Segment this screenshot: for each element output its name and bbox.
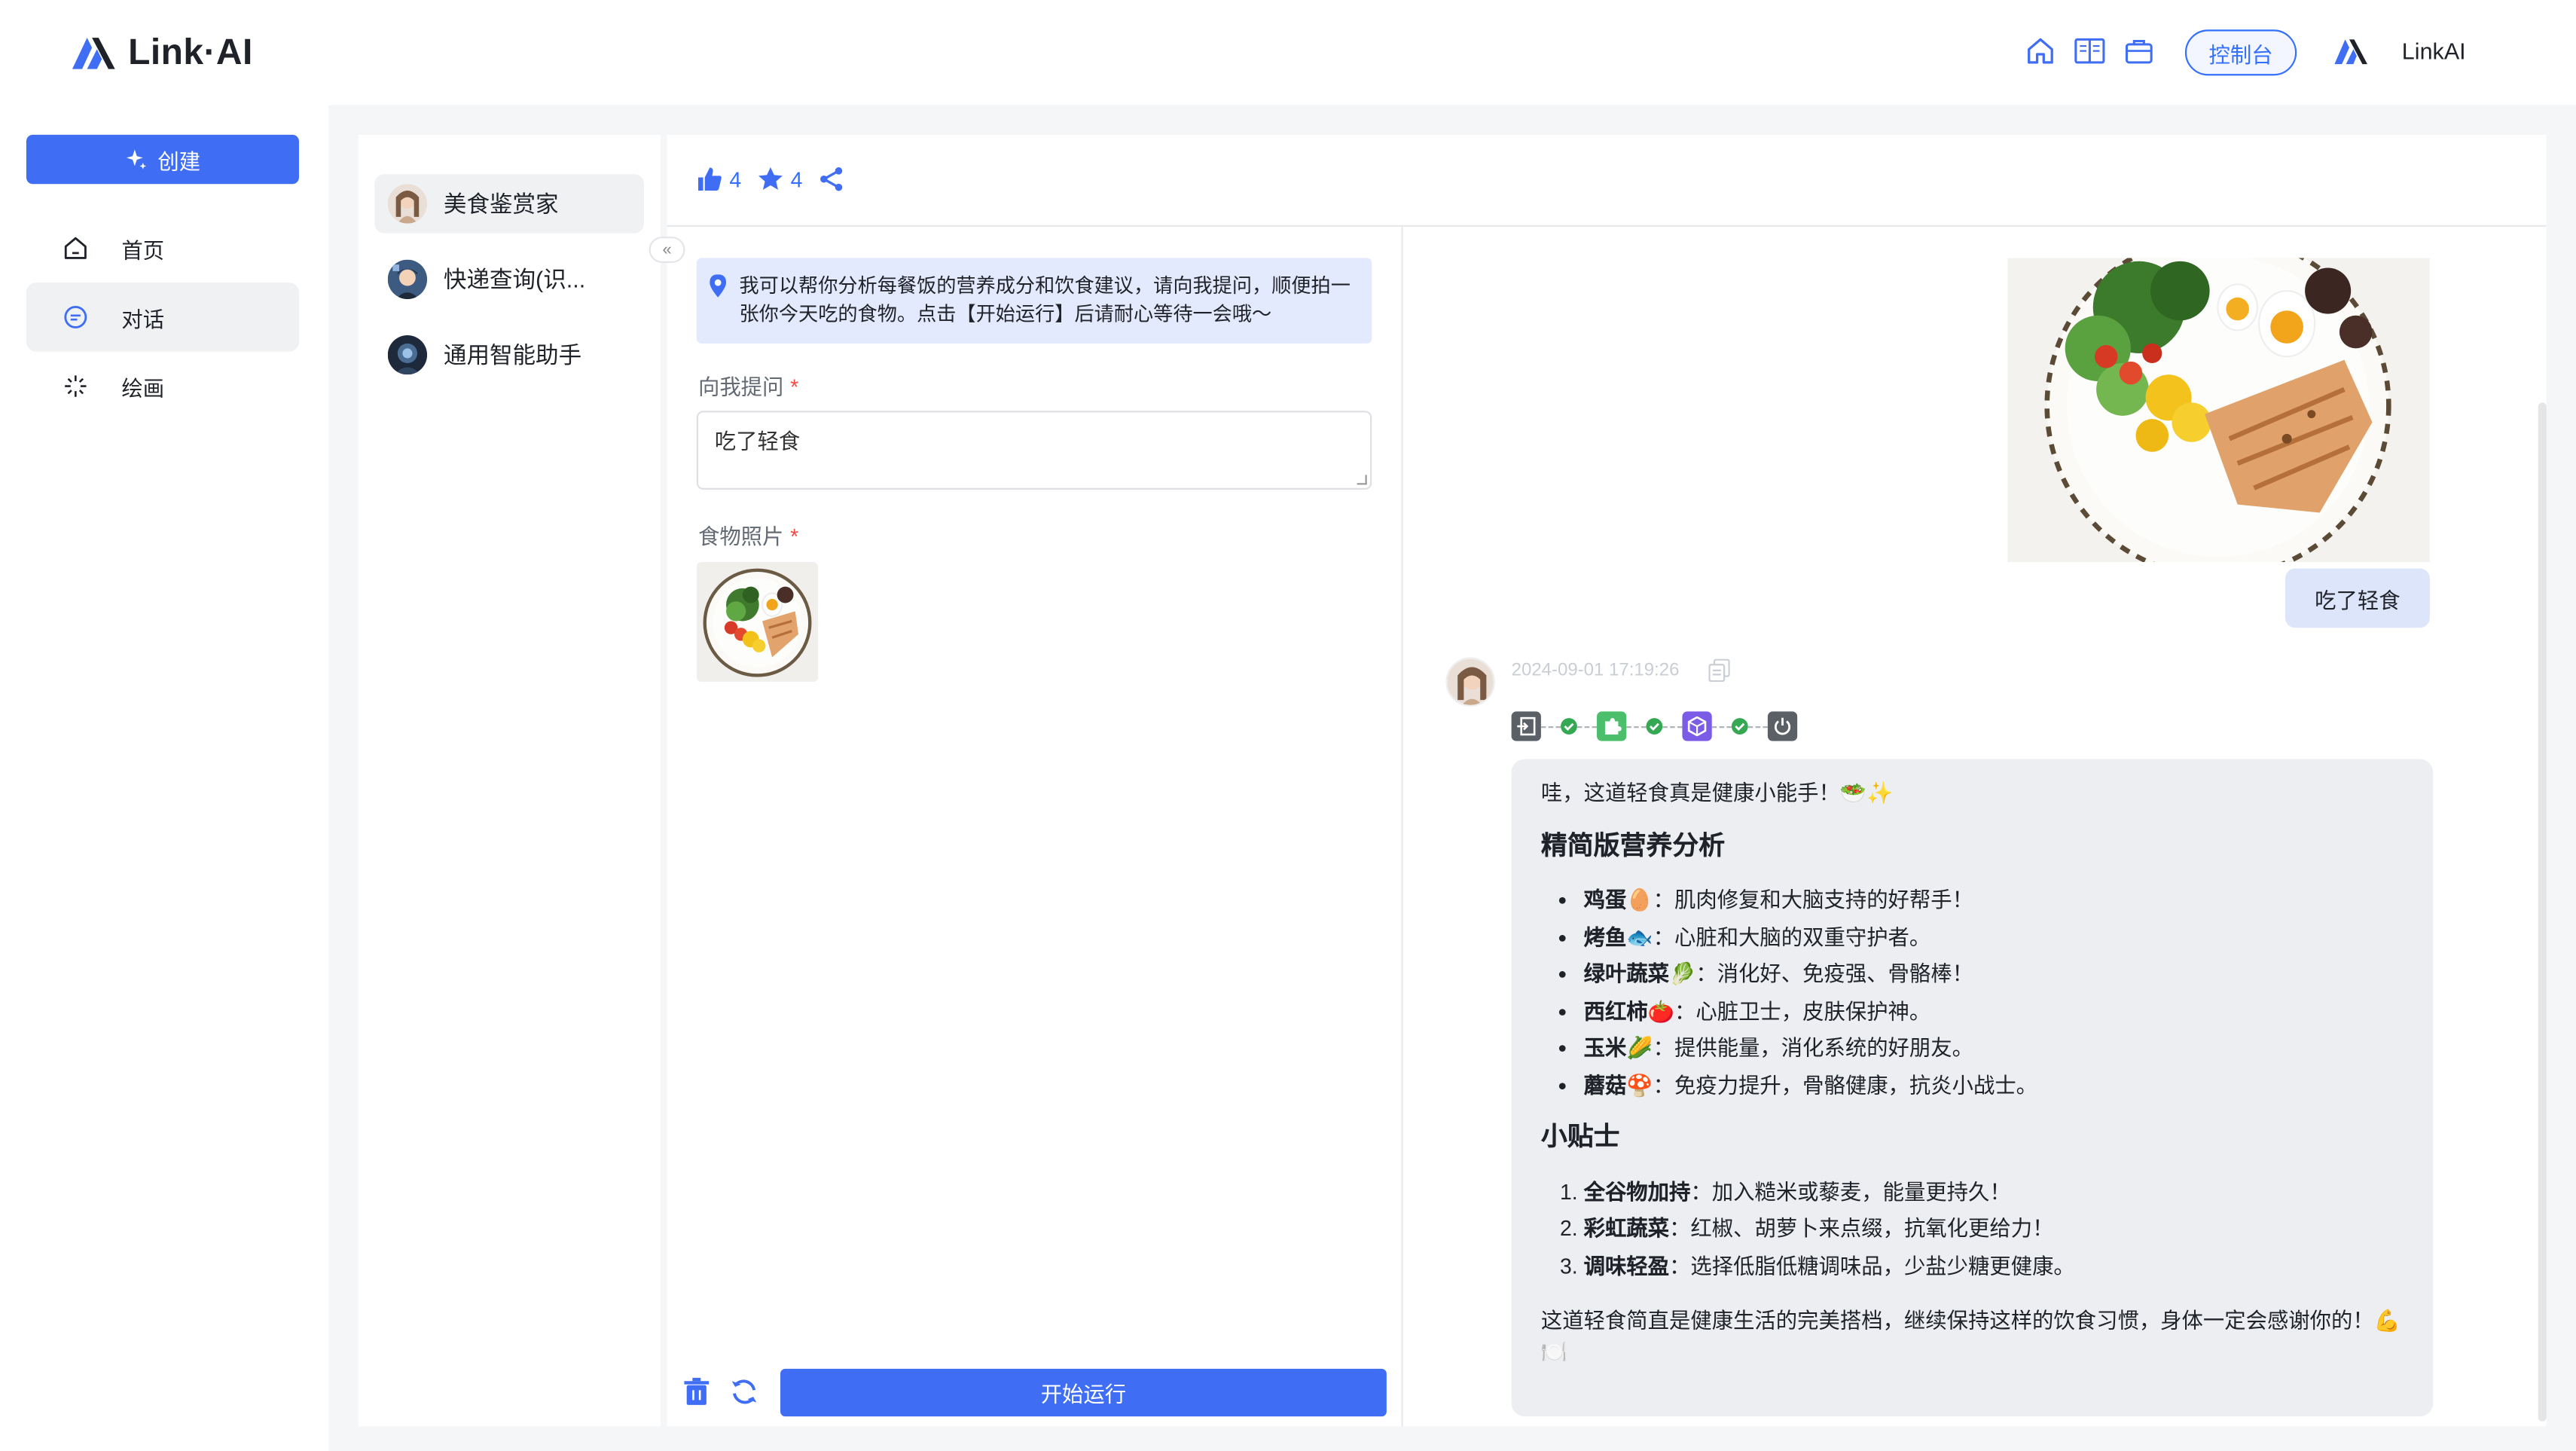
agent-stats: 4 4 bbox=[697, 166, 845, 192]
agent-item-food-critic[interactable]: 美食鉴赏家 bbox=[374, 174, 644, 234]
header-icon-group bbox=[2024, 35, 2155, 68]
flow-connector bbox=[1626, 725, 1647, 728]
answer-intro: 哇，这道轻食真是健康小能手！🥗✨ bbox=[1540, 780, 1894, 805]
sidebar-item-home[interactable]: 首页 bbox=[26, 214, 299, 283]
intro-tip: 我可以帮你分析每餐饭的营养成分和饮食建议，请向我提问，顺便拍一张你今天吃的食物。… bbox=[696, 258, 1372, 344]
section-title-tips: 小贴士 bbox=[1540, 1123, 1620, 1152]
console-button[interactable]: 控制台 bbox=[2184, 29, 2297, 76]
location-pin-icon bbox=[710, 274, 727, 305]
agent-name: 美食鉴赏家 bbox=[443, 191, 559, 217]
answer-outro: 这道轻食简直是健康生活的完美搭档，继续保持这样的饮食习惯，身体一定会感谢你的！💪… bbox=[1540, 1308, 2401, 1364]
briefcase-icon[interactable] bbox=[2123, 35, 2156, 68]
flow-connector bbox=[1662, 725, 1683, 728]
list-item: 全谷物加持：加入糙米或藜麦，能量更持久！ bbox=[1584, 1174, 2404, 1211]
favorites-count: 4 bbox=[790, 166, 803, 192]
plugin-step-icon[interactable] bbox=[1597, 711, 1627, 741]
header-divider bbox=[667, 225, 2547, 227]
sidebar-item-chat[interactable]: 对话 bbox=[26, 283, 299, 352]
agent-item-general-assistant[interactable]: 通用智能助手 bbox=[374, 325, 644, 385]
create-button[interactable]: 创建 bbox=[26, 134, 299, 185]
sparkle-icon bbox=[65, 375, 87, 397]
likes-count: 4 bbox=[729, 166, 742, 192]
section-title-nutrition: 精简版营养分析 bbox=[1540, 832, 1726, 860]
question-label: 向我提问 * bbox=[698, 370, 798, 401]
chat-scrollbar[interactable] bbox=[2538, 402, 2547, 1422]
required-mark: * bbox=[790, 524, 799, 549]
food-photo-thumbnail[interactable] bbox=[696, 561, 819, 683]
check-icon bbox=[1646, 718, 1663, 735]
user-message-bubble: 吃了轻食 bbox=[2285, 568, 2430, 628]
question-textarea[interactable]: 吃了轻食 bbox=[696, 411, 1372, 490]
book-icon[interactable] bbox=[2074, 35, 2107, 68]
agent-name: 快递查询(识... bbox=[443, 266, 586, 293]
workflow-steps bbox=[1511, 711, 1798, 741]
sidebar-item-draw[interactable]: 绘画 bbox=[26, 352, 299, 421]
sparkle-plus-icon bbox=[126, 149, 147, 170]
share-icon[interactable] bbox=[819, 166, 845, 192]
agent-item-express-query[interactable]: 快递查询(识... bbox=[374, 250, 644, 310]
power-end-icon[interactable] bbox=[1767, 711, 1798, 741]
home-icon[interactable] bbox=[2024, 35, 2057, 68]
check-icon bbox=[1731, 718, 1748, 735]
agent-avatar bbox=[387, 184, 428, 224]
list-item: 玉米🌽：提供能量，消化系统的好朋友。 bbox=[1584, 1031, 2404, 1068]
user-avatar-icon[interactable] bbox=[2333, 36, 2369, 74]
thumbs-up-icon[interactable] bbox=[697, 166, 723, 192]
list-item: 蘑菇🍄：免疫力提升，骨骼健康，抗炎小战士。 bbox=[1584, 1068, 2404, 1104]
question-label-text: 向我提问 bbox=[697, 374, 784, 400]
link-ai-logo-icon bbox=[72, 38, 115, 69]
message-timestamp: 2024-09-01 17:19:26 bbox=[1511, 660, 1680, 680]
sidebar-item-label: 绘画 bbox=[121, 375, 165, 401]
question-value: 吃了轻食 bbox=[714, 429, 801, 454]
list-item: 西红柿🍅：心脏卫士，皮肤保护神。 bbox=[1584, 993, 2404, 1030]
list-item: 调味轻盈：选择低脂低糖调味品，少盐少糖更健康。 bbox=[1584, 1248, 2404, 1285]
sidebar-item-label: 首页 bbox=[121, 237, 165, 262]
assistant-answer: 哇，这道轻食真是健康小能手！🥗✨ 精简版营养分析 鸡蛋🥚：肌肉修复和大脑支持的好… bbox=[1511, 759, 2434, 1417]
list-item: 烤鱼🐟：心脏和大脑的双重守护者。 bbox=[1584, 919, 2404, 956]
list-item: 绿叶蔬菜🥬：消化好、免疫强、骨骼棒！ bbox=[1584, 956, 2404, 993]
photo-label-text: 食物照片 bbox=[697, 524, 784, 549]
tips-list: 全谷物加持：加入糙米或藜麦，能量更持久！ 彩虹蔬菜：红椒、胡萝卜来点缀，抗氧化更… bbox=[1541, 1174, 2404, 1285]
list-item: 彩虹蔬菜：红椒、胡萝卜来点缀，抗氧化更给力！ bbox=[1584, 1211, 2404, 1248]
collapse-sidebar-button[interactable]: « bbox=[649, 237, 685, 263]
user-name[interactable]: LinkAI bbox=[2402, 38, 2466, 64]
brand-logo[interactable]: Link·AI bbox=[69, 29, 253, 75]
refresh-icon[interactable] bbox=[729, 1377, 758, 1415]
agent-avatar bbox=[387, 259, 428, 299]
bot-avatar bbox=[1445, 657, 1495, 707]
agent-avatar bbox=[387, 334, 428, 375]
model-step-icon[interactable] bbox=[1682, 711, 1712, 741]
agent-name: 通用智能助手 bbox=[443, 341, 582, 368]
trash-icon[interactable] bbox=[682, 1377, 711, 1415]
photo-label: 食物照片 * bbox=[698, 519, 798, 550]
flow-connector bbox=[1576, 725, 1598, 728]
chat-icon bbox=[64, 306, 87, 328]
check-icon bbox=[1561, 718, 1577, 735]
flow-connector bbox=[1711, 725, 1732, 728]
create-button-label: 创建 bbox=[157, 148, 201, 174]
required-mark: * bbox=[790, 374, 799, 400]
run-button[interactable]: 开始运行 bbox=[780, 1368, 1387, 1417]
uploaded-food-photo[interactable] bbox=[2007, 258, 2430, 562]
brand-name: Link·AI bbox=[128, 31, 253, 72]
home-icon bbox=[64, 237, 87, 259]
input-step-icon[interactable] bbox=[1511, 711, 1541, 741]
flow-connector bbox=[1747, 725, 1768, 728]
list-item: 鸡蛋🥚：肌肉修复和大脑支持的好帮手！ bbox=[1584, 882, 2404, 919]
copy-icon[interactable] bbox=[1708, 658, 1730, 690]
star-icon[interactable] bbox=[758, 166, 784, 192]
sidebar-item-label: 对话 bbox=[121, 306, 165, 331]
flow-connector bbox=[1540, 725, 1561, 728]
resize-handle[interactable] bbox=[1357, 475, 1367, 485]
nutrient-list: 鸡蛋🥚：肌肉修复和大脑支持的好帮手！ 烤鱼🐟：心脏和大脑的双重守护者。 绿叶蔬菜… bbox=[1541, 882, 2404, 1104]
panel-divider bbox=[1401, 225, 1403, 1427]
